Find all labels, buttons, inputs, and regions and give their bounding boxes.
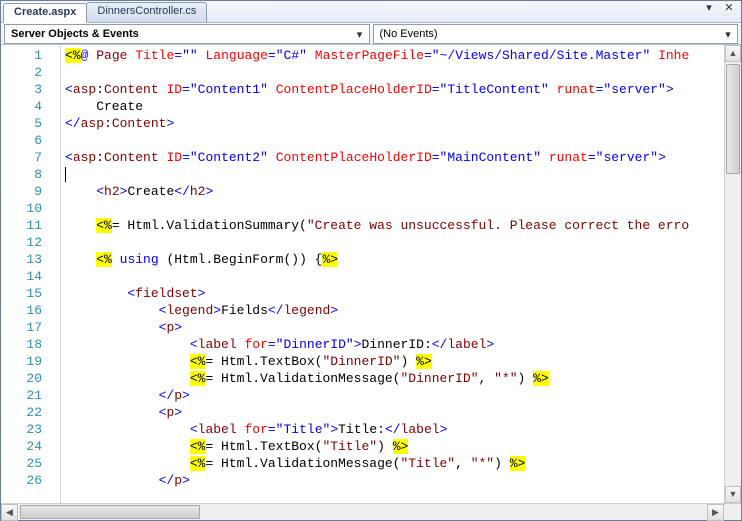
code-line[interactable]: <%= Html.TextBox("Title") %>: [65, 438, 724, 455]
line-number: 10: [1, 200, 60, 217]
horizontal-scrollbar[interactable]: ◀ ▶: [1, 503, 741, 520]
line-number: 3: [1, 81, 60, 98]
code-line[interactable]: <p>: [65, 404, 724, 421]
line-number: 26: [1, 472, 60, 489]
scroll-left-icon[interactable]: ◀: [1, 504, 18, 521]
window-controls: ▾ ✕: [701, 2, 737, 16]
code-line[interactable]: <%= Html.ValidationMessage("DinnerID", "…: [65, 370, 724, 387]
line-number: 11: [1, 217, 60, 234]
window-dropdown-icon[interactable]: ▾: [701, 2, 717, 16]
code-line[interactable]: </p>: [65, 387, 724, 404]
server-objects-label: Server Objects & Events: [11, 28, 139, 40]
code-viewport[interactable]: <%@ Page Title="" Language="C#" MasterPa…: [61, 45, 724, 503]
code-line[interactable]: [65, 200, 724, 217]
line-number: 5: [1, 115, 60, 132]
code-line[interactable]: <label for="DinnerID">DinnerID:</label>: [65, 336, 724, 353]
editor-toolbar: Server Objects & Events ▾ (No Events) ▾: [1, 23, 741, 45]
code-line[interactable]: </p>: [65, 472, 724, 489]
code-content[interactable]: <%@ Page Title="" Language="C#" MasterPa…: [61, 45, 724, 491]
close-icon[interactable]: ✕: [721, 2, 737, 16]
scroll-right-icon[interactable]: ▶: [707, 504, 724, 521]
line-number: 22: [1, 404, 60, 421]
hscroll-track[interactable]: [18, 504, 707, 520]
code-line[interactable]: </asp:Content>: [65, 115, 724, 132]
code-line[interactable]: <% using (Html.BeginForm()) {%>: [65, 251, 724, 268]
line-number-gutter: 1234567891011121314151617181920212223242…: [1, 45, 61, 503]
code-line[interactable]: [65, 64, 724, 81]
line-number: 9: [1, 183, 60, 200]
line-number: 12: [1, 234, 60, 251]
code-line[interactable]: <fieldset>: [65, 285, 724, 302]
tab-strip: Create.aspx DinnersController.cs ▾ ✕: [1, 1, 741, 23]
code-line[interactable]: <label for="Title">Title:</label>: [65, 421, 724, 438]
tab-create-aspx[interactable]: Create.aspx: [3, 3, 87, 23]
line-number: 24: [1, 438, 60, 455]
editor-body: 1234567891011121314151617181920212223242…: [1, 45, 741, 503]
line-number: 18: [1, 336, 60, 353]
line-number: 20: [1, 370, 60, 387]
line-number: 13: [1, 251, 60, 268]
chevron-down-icon: ▾: [721, 28, 735, 41]
line-number: 14: [1, 268, 60, 285]
code-line[interactable]: <%= Html.ValidationSummary("Create was u…: [65, 217, 724, 234]
code-line[interactable]: Create: [65, 98, 724, 115]
code-line[interactable]: <h2>Create</h2>: [65, 183, 724, 200]
events-label: (No Events): [380, 28, 438, 40]
line-number: 23: [1, 421, 60, 438]
code-line[interactable]: <%@ Page Title="" Language="C#" MasterPa…: [65, 47, 724, 64]
vertical-scrollbar[interactable]: ▲ ▼: [724, 45, 741, 503]
server-objects-dropdown[interactable]: Server Objects & Events ▾: [4, 24, 370, 44]
code-line[interactable]: <%= Html.ValidationMessage("Title", "*")…: [65, 455, 724, 472]
line-number: 2: [1, 64, 60, 81]
chevron-down-icon: ▾: [353, 28, 367, 41]
code-line[interactable]: [65, 268, 724, 285]
code-line[interactable]: <%= Html.TextBox("DinnerID") %>: [65, 353, 724, 370]
line-number: 8: [1, 166, 60, 183]
code-line[interactable]: [65, 234, 724, 251]
code-line[interactable]: <asp:Content ID="Content1" ContentPlaceH…: [65, 81, 724, 98]
line-number: 7: [1, 149, 60, 166]
line-number: 1: [1, 47, 60, 64]
code-line[interactable]: <legend>Fields</legend>: [65, 302, 724, 319]
line-number: 25: [1, 455, 60, 472]
line-number: 21: [1, 387, 60, 404]
line-number: 16: [1, 302, 60, 319]
tab-dinners-controller[interactable]: DinnersController.cs: [86, 2, 207, 22]
code-line[interactable]: [65, 132, 724, 149]
text-caret: [65, 167, 66, 182]
scrollbar-corner: [724, 504, 741, 520]
editor: 1234567891011121314151617181920212223242…: [1, 45, 741, 520]
scroll-down-icon[interactable]: ▼: [725, 486, 741, 503]
line-number: 6: [1, 132, 60, 149]
line-number: 19: [1, 353, 60, 370]
code-line[interactable]: [65, 166, 724, 183]
line-number: 17: [1, 319, 60, 336]
line-number: 4: [1, 98, 60, 115]
scroll-up-icon[interactable]: ▲: [725, 45, 741, 62]
scroll-track[interactable]: [725, 62, 741, 486]
code-line[interactable]: <asp:Content ID="Content2" ContentPlaceH…: [65, 149, 724, 166]
hscroll-thumb[interactable]: [20, 505, 200, 519]
events-dropdown[interactable]: (No Events) ▾: [373, 24, 739, 44]
scroll-thumb[interactable]: [726, 64, 740, 174]
line-number: 15: [1, 285, 60, 302]
code-line[interactable]: <p>: [65, 319, 724, 336]
